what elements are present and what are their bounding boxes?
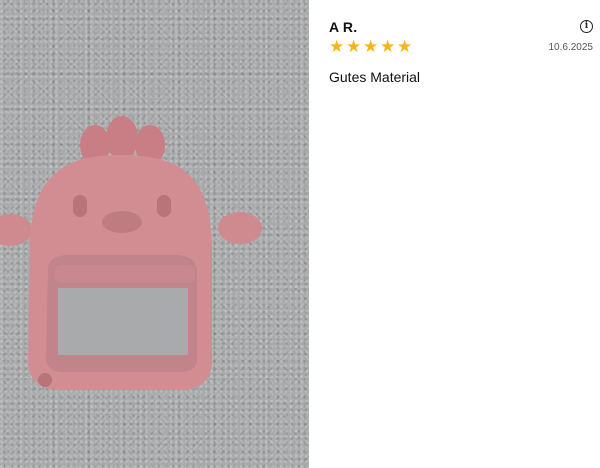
right-eye xyxy=(157,195,171,217)
star-icon: ★ xyxy=(329,37,345,57)
star-icon: ★ xyxy=(380,37,396,57)
star-icon: ★ xyxy=(397,37,413,57)
review-photo[interactable] xyxy=(0,0,309,468)
left-arm xyxy=(0,214,32,246)
handle-bar xyxy=(55,265,195,283)
review-author: A R. xyxy=(329,19,358,35)
right-arm xyxy=(218,212,262,244)
star-icon: ★ xyxy=(363,37,379,57)
star-icon: ★ xyxy=(346,37,362,57)
review-title: Gutes Material xyxy=(329,69,421,85)
review-date: 10.6.2025 xyxy=(548,42,594,53)
beak xyxy=(102,211,142,233)
info-icon[interactable]: i xyxy=(580,20,593,33)
clasp xyxy=(38,373,52,387)
star-rating: ★ ★ ★ ★ ★ xyxy=(329,39,413,56)
crest-middle xyxy=(106,116,138,160)
handle-opening xyxy=(58,288,188,355)
teether-illustration xyxy=(0,116,262,390)
review-panel: A R. i ★ ★ ★ ★ ★ 10.6.2025 Gutes Materia… xyxy=(329,0,600,468)
left-eye xyxy=(73,195,87,217)
